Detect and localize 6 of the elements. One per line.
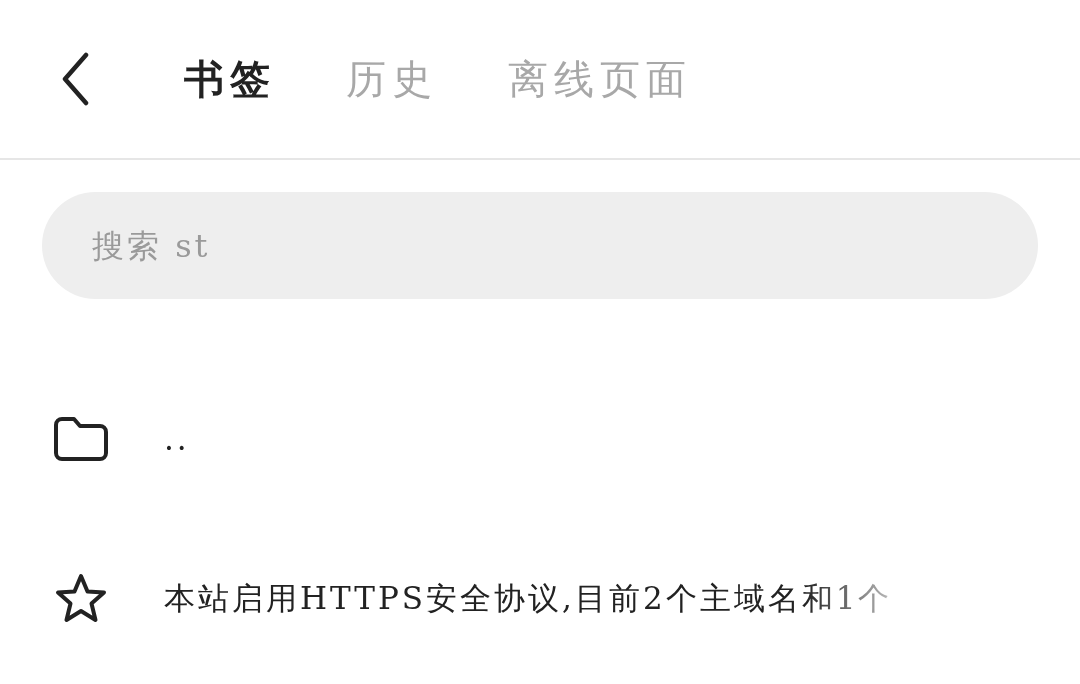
star-icon <box>54 573 108 625</box>
search-field[interactable]: 搜索 st <box>42 192 1038 299</box>
item-title[interactable]: .. <box>164 421 190 457</box>
item-title[interactable]: 本站启用HTTPS安全协议,目前2个主域名和1个 <box>164 578 893 620</box>
tab[interactable]: 书签 <box>184 51 276 107</box>
folder-icon <box>54 415 108 463</box>
